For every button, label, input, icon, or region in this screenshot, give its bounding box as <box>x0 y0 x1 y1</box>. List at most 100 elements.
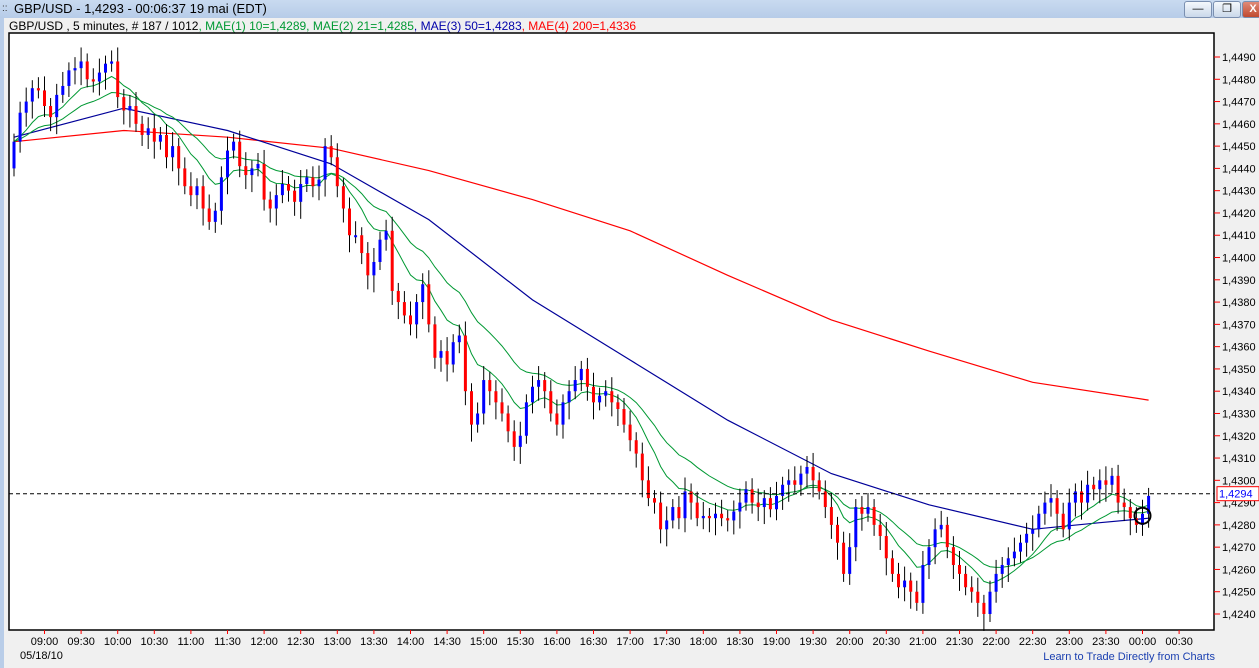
y-tick-label: 1,4300 <box>1222 475 1256 487</box>
x-tick-label: 22:30 <box>1019 636 1047 648</box>
x-tick-label: 13:00 <box>324 636 352 648</box>
candle-body <box>714 513 717 519</box>
candle-body <box>897 573 900 588</box>
candle-body <box>348 208 351 236</box>
x-tick-label: 12:00 <box>250 636 278 648</box>
candle-body <box>390 230 394 291</box>
y-tick-label: 1,4480 <box>1222 74 1256 86</box>
candle-body <box>610 391 614 403</box>
candle-body <box>848 547 852 574</box>
candle-body <box>67 70 71 86</box>
x-tick-label: 16:00 <box>543 636 571 648</box>
candle-body <box>152 128 156 142</box>
x-tick-label: 22:00 <box>982 636 1010 648</box>
x-tick-label: 11:30 <box>214 636 241 648</box>
x-tick-label: 21:00 <box>909 636 937 648</box>
candle-body <box>738 502 742 512</box>
candle-body <box>317 179 321 187</box>
candle-body <box>616 402 620 410</box>
candle-body <box>378 239 382 262</box>
candle-body <box>91 79 95 82</box>
candle-body <box>762 498 766 508</box>
candle-body <box>909 580 913 592</box>
candle-body <box>994 573 998 592</box>
candlestick-chart[interactable]: 1,4490 1,4480 1,4470 1,4460 1,4450 1,4440 1,44… <box>0 0 1259 668</box>
candle-body <box>457 335 461 343</box>
y-tick-label: 1,4460 <box>1222 119 1256 131</box>
candle-body <box>79 61 83 69</box>
candle-body <box>799 473 803 485</box>
candle-body <box>43 90 46 107</box>
candle-body <box>311 177 315 187</box>
candle-body <box>683 491 687 519</box>
x-tick-label: 16:30 <box>580 636 608 648</box>
candle-body <box>409 315 412 325</box>
candle-body <box>634 440 638 454</box>
candle-body <box>1122 502 1126 508</box>
candle-body <box>1073 491 1077 503</box>
candle-body <box>793 480 797 485</box>
candle-body <box>177 146 181 169</box>
candle-body <box>537 380 541 387</box>
candle-body <box>268 199 272 209</box>
current-price-label: 1,4294 <box>1219 489 1253 501</box>
candle-body <box>671 507 675 521</box>
candle-body <box>531 386 534 403</box>
candle-body <box>341 186 345 209</box>
candle-body <box>707 515 711 519</box>
candle-body <box>500 402 504 414</box>
candle-body <box>262 163 266 200</box>
candle-body <box>890 558 894 574</box>
candle-body <box>506 413 510 432</box>
candle-body <box>951 547 955 565</box>
candle-body <box>878 524 882 537</box>
candle-body <box>866 507 870 514</box>
candle-body <box>561 402 565 425</box>
x-tick-label: 11:00 <box>178 636 205 648</box>
candle-body <box>335 157 339 187</box>
candle-body <box>964 573 968 588</box>
candle-body <box>1104 480 1108 485</box>
candle-body <box>476 413 480 425</box>
candle-body <box>55 94 59 118</box>
candle-body <box>573 380 577 392</box>
candle-body <box>872 507 876 525</box>
candle-body <box>775 495 778 510</box>
candle-body <box>360 235 364 254</box>
candle-body <box>1067 502 1071 530</box>
y-tick-label: 1,4310 <box>1222 453 1256 465</box>
candle-body <box>939 524 943 530</box>
candle-body <box>195 186 199 196</box>
candle-body <box>445 351 449 365</box>
candle-body <box>1116 475 1120 503</box>
candle-body <box>439 351 443 358</box>
x-tick-label: 18:00 <box>690 636 718 648</box>
candle-body <box>945 524 949 548</box>
candle-body <box>30 88 34 102</box>
x-tick-label: 20:00 <box>836 636 864 648</box>
candle-body <box>640 453 644 481</box>
x-tick-label: 14:30 <box>433 636 461 648</box>
trade-link[interactable]: Learn to Trade Directly from Charts <box>1043 651 1215 663</box>
candle-body <box>927 547 931 565</box>
candle-body <box>110 61 114 64</box>
candle-body <box>836 524 839 543</box>
candle-body <box>323 146 327 180</box>
candle-body <box>988 591 992 614</box>
candle-body <box>329 146 333 158</box>
candle-body <box>250 168 254 176</box>
candle-body <box>982 602 986 614</box>
candle-body <box>915 591 919 603</box>
x-tick-label: 00:00 <box>1129 636 1157 648</box>
candle-body <box>274 195 278 209</box>
x-tick-label: 19:00 <box>763 636 791 648</box>
candle-body <box>219 177 223 211</box>
candle-body <box>1000 564 1004 574</box>
candle-body <box>494 391 498 403</box>
candle-body <box>622 409 626 425</box>
candle-body <box>720 513 724 519</box>
candle-body <box>354 235 358 238</box>
x-tick-label: 17:00 <box>616 636 644 648</box>
y-tick-label: 1,4280 <box>1222 520 1256 532</box>
candle-body <box>524 402 528 436</box>
